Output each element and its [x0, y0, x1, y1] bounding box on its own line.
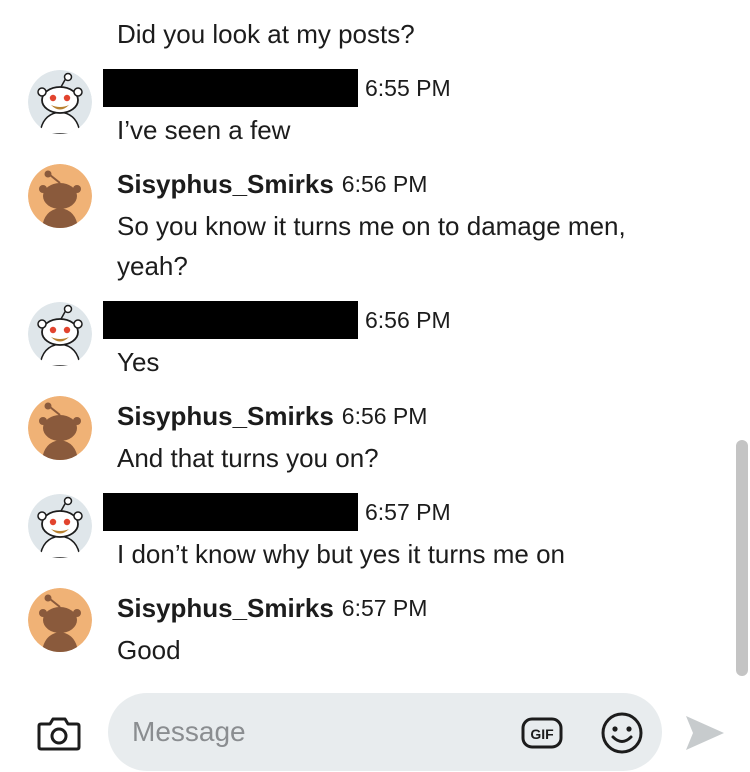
avatar-other[interactable] — [28, 494, 92, 558]
username[interactable]: Sisyphus_Smirks — [117, 593, 334, 624]
scrollbar-track[interactable] — [734, 0, 750, 688]
snoo-avatar-icon — [28, 70, 92, 134]
message-timestamp: 6:55 PM — [365, 74, 451, 101]
camera-icon — [37, 717, 81, 751]
message-header: Sisyphus_Smirks 6:56 PM — [117, 396, 427, 436]
snoo-avatar-icon — [28, 494, 92, 558]
avatar-other[interactable] — [28, 302, 92, 366]
message-text: So you know it turns me on to damage men… — [117, 211, 626, 241]
message-text: yeah? — [117, 251, 188, 281]
message-header: 6:55 PM — [103, 68, 451, 108]
emoji-icon — [601, 712, 643, 754]
avatar-self[interactable] — [28, 164, 92, 228]
username[interactable]: Sisyphus_Smirks — [117, 401, 334, 432]
avatar-other[interactable] — [28, 70, 92, 134]
emoji-button[interactable] — [600, 711, 644, 755]
message-timestamp: 6:56 PM — [365, 306, 451, 333]
avatar-self[interactable] — [28, 396, 92, 460]
message-header: Sisyphus_Smirks 6:57 PM — [117, 588, 427, 628]
redacted-username — [103, 301, 358, 339]
scrollbar-thumb[interactable] — [736, 440, 748, 676]
camera-button[interactable] — [37, 714, 81, 752]
message-timestamp: 6:57 PM — [365, 498, 451, 525]
redacted-username — [103, 493, 358, 531]
send-button[interactable] — [684, 713, 726, 753]
chat-history: Did you look at my posts? 6:55 PM I’ve s… — [0, 0, 734, 688]
message-text: Good — [117, 635, 181, 665]
message-input-container[interactable] — [108, 693, 662, 771]
gif-label: GIF — [530, 726, 554, 742]
message-text: I don’t know why but yes it turns me on — [117, 539, 565, 569]
send-icon — [686, 716, 724, 750]
message-text: I’ve seen a few — [117, 115, 291, 145]
message-timestamp: 6:57 PM — [341, 594, 428, 621]
snoo-silhouette-icon — [28, 588, 92, 652]
snoo-silhouette-icon — [28, 164, 92, 228]
snoo-silhouette-icon — [28, 396, 92, 460]
message-header: 6:57 PM — [103, 492, 451, 532]
redacted-username — [103, 69, 358, 107]
username[interactable]: Sisyphus_Smirks — [117, 169, 334, 200]
message-header: 6:56 PM — [103, 300, 451, 340]
message-text: Did you look at my posts? — [117, 19, 415, 49]
gif-icon: GIF — [521, 717, 563, 749]
message-header: Sisyphus_Smirks 6:56 PM — [117, 164, 427, 204]
snoo-avatar-icon — [28, 302, 92, 366]
message-text: And that turns you on? — [117, 443, 379, 473]
message-text: Yes — [117, 347, 160, 377]
message-timestamp: 6:56 PM — [341, 170, 428, 197]
gif-button[interactable]: GIF — [520, 714, 564, 752]
message-timestamp: 6:56 PM — [341, 402, 428, 429]
message-input[interactable] — [132, 711, 512, 753]
avatar-self[interactable] — [28, 588, 92, 652]
